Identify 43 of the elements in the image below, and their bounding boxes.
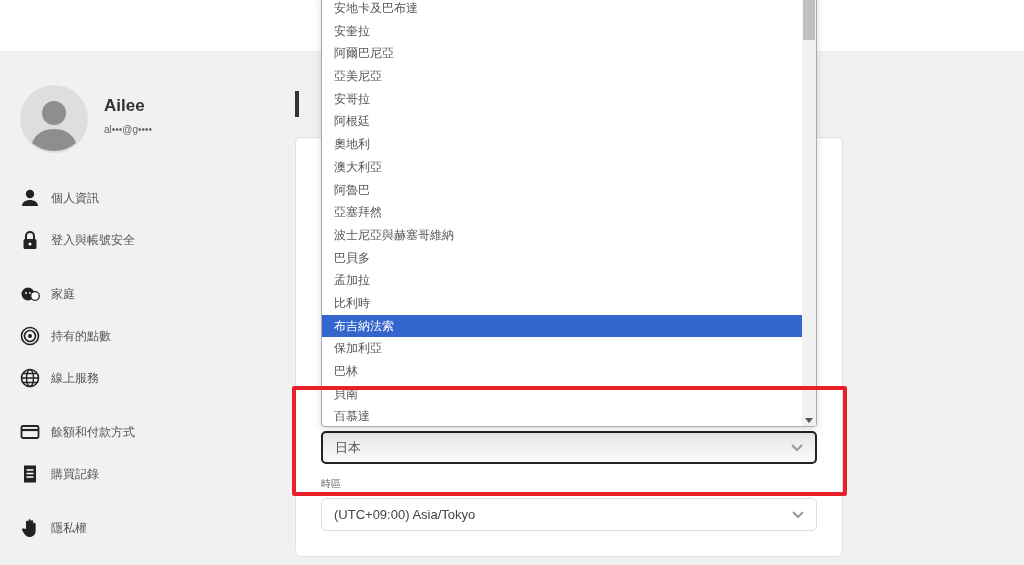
dropdown-option[interactable]: 比利時 bbox=[322, 291, 802, 315]
person-icon bbox=[20, 188, 40, 208]
sidebar-item[interactable]: 登入與帳號安全 bbox=[20, 219, 135, 261]
dropdown-option[interactable]: 亞美尼亞 bbox=[322, 65, 802, 88]
user-email: al•••@g•••• bbox=[104, 123, 152, 138]
dropdown-option[interactable]: 阿魯巴 bbox=[322, 178, 802, 202]
dropdown-option[interactable]: 保加利亞 bbox=[322, 337, 802, 360]
dropdown-option[interactable]: 波士尼亞與赫塞哥維納 bbox=[322, 223, 802, 247]
dropdown-option[interactable]: 孟加拉 bbox=[322, 269, 802, 292]
heading-bar bbox=[295, 91, 299, 117]
scrollbar-thumb[interactable] bbox=[803, 0, 815, 40]
dropdown-option[interactable]: 阿爾巴尼亞 bbox=[322, 42, 802, 66]
lock-icon bbox=[20, 230, 40, 250]
avatar bbox=[20, 85, 88, 153]
dropdown-option[interactable]: 安奎拉 bbox=[322, 19, 802, 43]
sidebar-item[interactable]: 持有的點數 bbox=[20, 315, 111, 357]
dropdown-option[interactable]: 安哥拉 bbox=[322, 87, 802, 111]
sidebar-item[interactable]: 個人資訊 bbox=[20, 177, 99, 219]
credit-card-icon bbox=[20, 422, 40, 442]
dropdown-option[interactable]: 阿根廷 bbox=[322, 110, 802, 134]
chevron-icon bbox=[792, 510, 804, 519]
dropdown-option[interactable]: 亞塞拜然 bbox=[322, 201, 802, 224]
user-name: Ailee bbox=[104, 94, 146, 117]
timezone-select[interactable]: (UTC+09:00) Asia/Tokyo bbox=[321, 498, 817, 531]
scrollbar[interactable] bbox=[802, 0, 816, 426]
globe-icon bbox=[20, 368, 40, 388]
dropdown-option[interactable]: 布吉納法索 bbox=[322, 314, 802, 338]
sidebar-item[interactable]: 線上服務 bbox=[20, 357, 99, 399]
chevron-icon bbox=[791, 443, 803, 452]
dropdown-option[interactable]: 安地卡及巴布達 bbox=[322, 0, 802, 20]
dropdown-option[interactable]: 百慕達 bbox=[322, 405, 802, 429]
country-select[interactable]: 日本 bbox=[321, 431, 817, 464]
field-label: 時區 bbox=[321, 477, 341, 491]
sidebar-item[interactable]: 餘額和付款方式 bbox=[20, 411, 135, 453]
coin-icon bbox=[20, 326, 40, 346]
dropdown-option[interactable]: 奧地利 bbox=[322, 133, 802, 156]
dropdown-option[interactable]: 澳大利亞 bbox=[322, 155, 802, 179]
dropdown-option[interactable]: 巴貝多 bbox=[322, 246, 802, 270]
sidebar-item[interactable]: 隱私權 bbox=[20, 507, 87, 549]
sidebar-item[interactable]: 家庭 bbox=[20, 273, 75, 315]
sidebar-item[interactable]: 購買記錄 bbox=[20, 453, 99, 495]
dropdown-option[interactable]: 巴林 bbox=[322, 360, 802, 383]
scroll-down-icon[interactable] bbox=[805, 418, 813, 423]
